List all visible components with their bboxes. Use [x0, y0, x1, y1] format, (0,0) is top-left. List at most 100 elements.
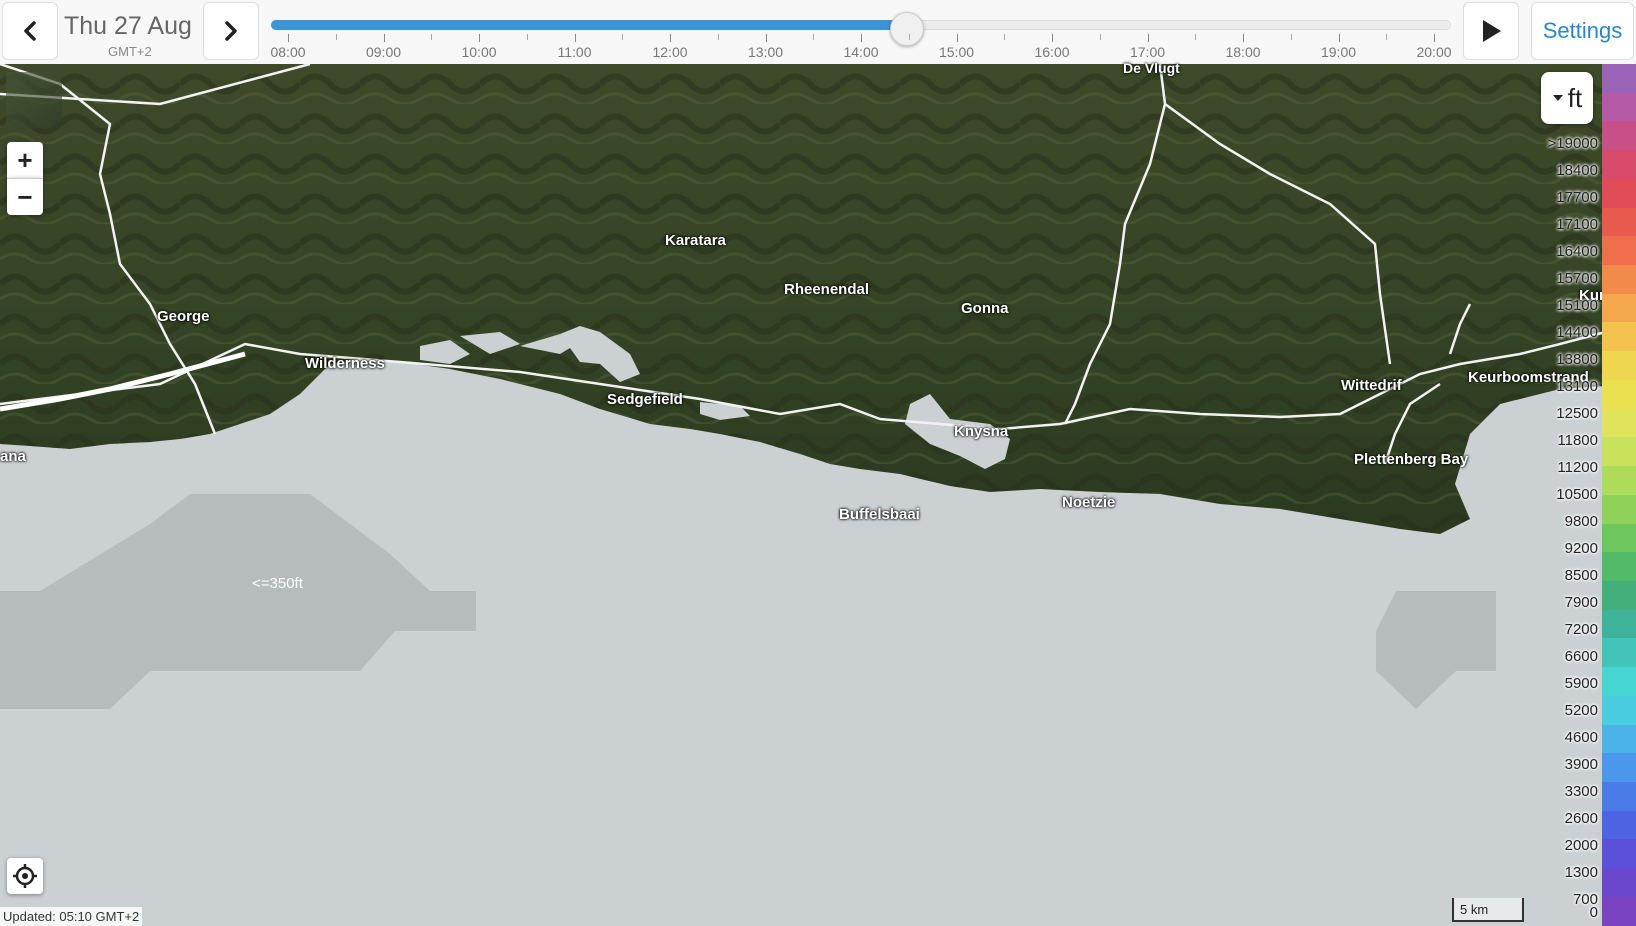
legend-label: 4600 [1564, 729, 1598, 746]
legend-swatch [1602, 92, 1636, 122]
unit-label: ft [1567, 82, 1583, 113]
time-tick [574, 34, 576, 42]
layer-thumbnail[interactable] [6, 72, 62, 128]
time-tick-label: 16:00 [1034, 44, 1070, 60]
time-slider-fill [271, 20, 908, 30]
settings-button[interactable]: Settings [1531, 2, 1634, 60]
legend-swatch [1602, 178, 1636, 208]
time-tick [956, 34, 958, 42]
time-tick-label: 20:00 [1416, 44, 1452, 60]
legend-swatch [1602, 580, 1636, 610]
zoom-in-button[interactable]: + [7, 142, 43, 178]
map-canvas[interactable] [0, 64, 1636, 926]
legend-swatch [1602, 781, 1636, 811]
altitude-color-legend [1602, 64, 1636, 926]
place-label: Wilderness [305, 355, 385, 372]
legend-label: 18400 [1556, 162, 1598, 179]
legend-label: 0 [1589, 904, 1598, 921]
legend-label: 1300 [1564, 864, 1598, 881]
time-tick-minor [813, 34, 815, 40]
time-tick-label: 14:00 [843, 44, 879, 60]
time-tick [670, 34, 671, 42]
place-label: Plettenberg Bay [1354, 451, 1469, 468]
legend-swatch [1602, 293, 1636, 323]
legend-label: 14400 [1556, 324, 1598, 341]
legend-swatch [1602, 437, 1636, 467]
legend-label: 6600 [1564, 648, 1598, 665]
legend-label: 15100 [1556, 297, 1598, 314]
time-tick-minor [1099, 34, 1101, 40]
place-label: Noetzie [1062, 494, 1116, 511]
legend-label: 7900 [1564, 594, 1598, 611]
legend-swatch [1602, 868, 1636, 897]
play-icon [1483, 20, 1501, 42]
caret-down-icon [1552, 95, 1563, 101]
legend-swatch [1602, 322, 1636, 352]
legend-label: 5200 [1564, 702, 1598, 719]
time-tick-minor [1195, 34, 1197, 40]
place-label: De Vlugt [1123, 60, 1180, 76]
legend-label: 8500 [1564, 567, 1598, 584]
top-bar: Thu 27 Aug GMT+2 08:00 09:00 10:00 11:00 12:… [0, 0, 1636, 65]
legend-swatch [1602, 236, 1636, 266]
legend-swatch [1602, 724, 1636, 754]
time-tick [765, 34, 767, 42]
legend-label: 9200 [1564, 540, 1598, 557]
legend-swatch [1602, 408, 1636, 438]
crosshair-icon [13, 864, 37, 888]
time-slider[interactable] [271, 12, 1451, 46]
time-tick-minor [526, 34, 528, 40]
legend-swatch [1602, 695, 1636, 725]
legend-swatch [1602, 667, 1636, 696]
legend-swatch [1602, 552, 1636, 581]
overlay-altitude-label: <=350ft [252, 575, 303, 592]
time-tick-minor [717, 34, 719, 40]
legend-label: 11200 [1557, 459, 1598, 476]
time-tick-label: 11:00 [557, 44, 592, 60]
time-tick-minor [908, 34, 910, 40]
time-tick-label: 09:00 [365, 44, 402, 60]
legend-label: 17100 [1556, 216, 1598, 233]
legend-label: 16400 [1556, 243, 1598, 260]
legend-label: 11800 [1557, 432, 1598, 449]
legend-label: 9800 [1564, 513, 1598, 530]
legend-swatch [1602, 351, 1636, 380]
legend-swatch [1602, 207, 1636, 237]
scale-bar: 5 km [1452, 898, 1524, 922]
locate-button[interactable] [7, 858, 43, 894]
legend-label: 7200 [1564, 621, 1598, 638]
time-tick [861, 34, 862, 42]
time-tick-label: 15:00 [938, 44, 975, 60]
legend-label: 3900 [1564, 756, 1598, 773]
play-button[interactable] [1463, 2, 1519, 60]
time-tick [383, 34, 385, 42]
time-tick-label: 08:00 [270, 44, 306, 60]
time-tick [1052, 34, 1053, 42]
legend-label: 13800 [1556, 351, 1598, 368]
legend-swatch [1602, 494, 1636, 524]
time-tick-label: 18:00 [1225, 44, 1261, 60]
unit-selector[interactable]: ft [1541, 72, 1593, 124]
legend-label: 17700 [1556, 189, 1598, 206]
legend-label: 3300 [1564, 783, 1598, 800]
legend-swatch [1602, 896, 1636, 926]
legend-label: 15700 [1556, 270, 1598, 287]
legend-swatch [1602, 121, 1636, 151]
time-tick [1147, 34, 1149, 42]
legend-label: 13100 [1556, 378, 1598, 395]
zoom-out-button[interactable]: − [7, 178, 43, 215]
place-label: Gonna [961, 300, 1009, 317]
time-tick [1434, 34, 1435, 42]
time-tick-minor [335, 34, 337, 40]
time-tick-label: 17:00 [1129, 44, 1166, 60]
legend-swatch [1602, 810, 1636, 840]
time-tick-label: 10:00 [461, 44, 497, 60]
legend-label: 5900 [1564, 675, 1598, 692]
place-label: Karatara [665, 232, 726, 249]
time-tick-label: 12:00 [652, 44, 688, 60]
time-tick [479, 34, 480, 42]
time-tick-minor [1386, 34, 1388, 40]
legend-swatch [1602, 379, 1636, 409]
time-tick-minor [1290, 34, 1292, 40]
place-label: Knysna [954, 423, 1009, 440]
